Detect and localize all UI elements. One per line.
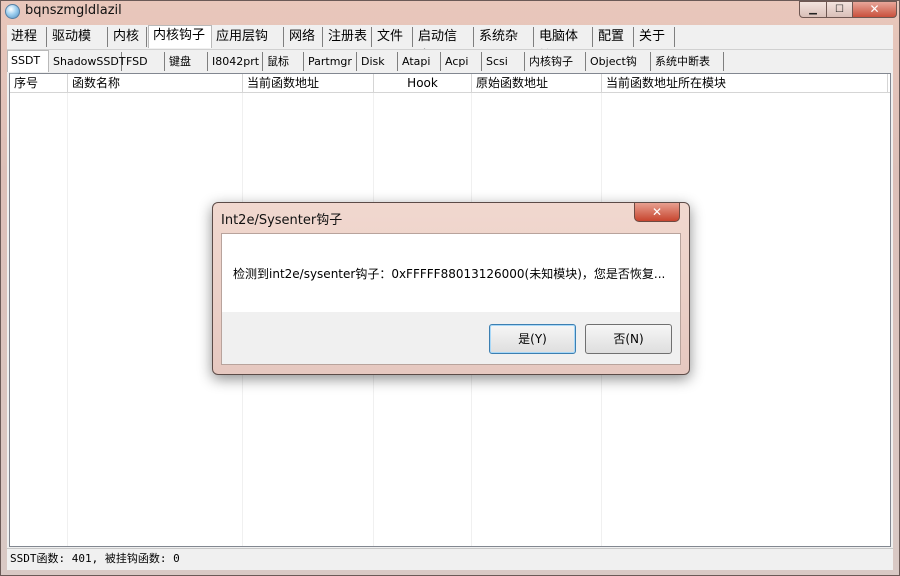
tab-driver-modules[interactable]: 驱动模块 bbox=[48, 27, 108, 64]
tab-scsi[interactable]: Scsi bbox=[483, 52, 525, 71]
dialog-close-icon[interactable]: ✕ bbox=[634, 203, 680, 222]
window-title: bqnszmgldlazil bbox=[25, 3, 122, 18]
col-original-address[interactable]: 原始函数地址 bbox=[472, 74, 602, 92]
col-current-address[interactable]: 当前函数地址 bbox=[243, 74, 374, 92]
col-index[interactable]: 序号 bbox=[10, 74, 68, 92]
col-hook[interactable]: Hook bbox=[374, 74, 472, 92]
tab-files[interactable]: 文件 bbox=[373, 27, 413, 47]
tab-about[interactable]: 关于 bbox=[635, 27, 675, 47]
tab-acpi[interactable]: Acpi bbox=[442, 52, 482, 71]
tab-kernel-hooks-sub[interactable]: 内核钩子 bbox=[526, 52, 586, 71]
dialog-message: 检测到int2e/sysenter钩子：0xFFFFF88013126000(未… bbox=[233, 267, 666, 281]
tab-registry[interactable]: 注册表 bbox=[324, 27, 372, 47]
tab-atapi[interactable]: Atapi bbox=[399, 52, 441, 71]
no-button[interactable]: 否(N) bbox=[585, 324, 672, 354]
tab-system-misc[interactable]: 系统杂项 bbox=[475, 27, 534, 64]
col-function-name[interactable]: 函数名称 bbox=[68, 74, 243, 92]
tab-object-hooks[interactable]: Object钩子 bbox=[587, 52, 651, 87]
tab-disk[interactable]: Disk bbox=[358, 52, 398, 71]
tab-keyboard[interactable]: 键盘 bbox=[166, 52, 208, 71]
maximize-button[interactable]: ☐ bbox=[826, 1, 853, 18]
tab-network[interactable]: 网络 bbox=[285, 27, 323, 47]
yes-button[interactable]: 是(Y) bbox=[489, 324, 576, 354]
main-tab-bar: 进程 驱动模块 内核 内核钩子 应用层钩子 网络 注册表 文件 启动信息 系统杂… bbox=[7, 25, 893, 64]
tab-interrupt-table[interactable]: 系统中断表 bbox=[652, 52, 724, 71]
tab-kernel[interactable]: 内核 bbox=[109, 27, 147, 47]
tab-pc-check[interactable]: 电脑体检 bbox=[535, 27, 593, 64]
tab-config[interactable]: 配置 bbox=[594, 27, 634, 47]
tab-ssdt[interactable]: SSDT bbox=[7, 50, 49, 72]
table-header: 序号 函数名称 当前函数地址 Hook 原始函数地址 当前函数地址所在模块 bbox=[10, 74, 890, 93]
status-bar: SSDT函数: 401, 被挂钩函数: 0 bbox=[7, 548, 893, 568]
dialog-body: 检测到int2e/sysenter钩子：0xFFFFF88013126000(未… bbox=[221, 233, 681, 365]
minimize-button[interactable]: ▁ bbox=[799, 1, 827, 18]
tab-startup-info[interactable]: 启动信息 bbox=[414, 27, 474, 64]
dialog-footer: 是(Y) 否(N) bbox=[222, 312, 680, 364]
column-divider bbox=[67, 93, 68, 546]
title-bar[interactable]: bqnszmgldlazil ▁ ☐ ✕ bbox=[1, 1, 899, 23]
tab-process[interactable]: 进程 bbox=[7, 27, 47, 47]
tab-app-hooks[interactable]: 应用层钩子 bbox=[212, 27, 284, 64]
tab-kernel-hooks[interactable]: 内核钩子 bbox=[148, 25, 212, 48]
col-module[interactable]: 当前函数地址所在模块 bbox=[602, 74, 888, 92]
tab-shadow-ssdt[interactable]: ShadowSSDT bbox=[50, 52, 126, 71]
dialog-title: Int2e/Sysenter钩子 bbox=[221, 213, 343, 228]
hook-restore-dialog: Int2e/Sysenter钩子 ✕ 检测到int2e/sysenter钩子：0… bbox=[212, 202, 690, 375]
sub-tab-bar: SSDT ShadowSSDT FSD 键盘 I8042prt 鼠标 Partm… bbox=[7, 49, 893, 87]
app-icon bbox=[5, 4, 20, 19]
tab-i8042prt[interactable]: I8042prt bbox=[209, 52, 263, 71]
tab-partmgr[interactable]: Partmgr bbox=[305, 52, 357, 71]
close-button[interactable]: ✕ bbox=[852, 1, 897, 18]
tab-fsd[interactable]: FSD bbox=[123, 52, 165, 71]
tab-mouse[interactable]: 鼠标 bbox=[264, 52, 304, 71]
